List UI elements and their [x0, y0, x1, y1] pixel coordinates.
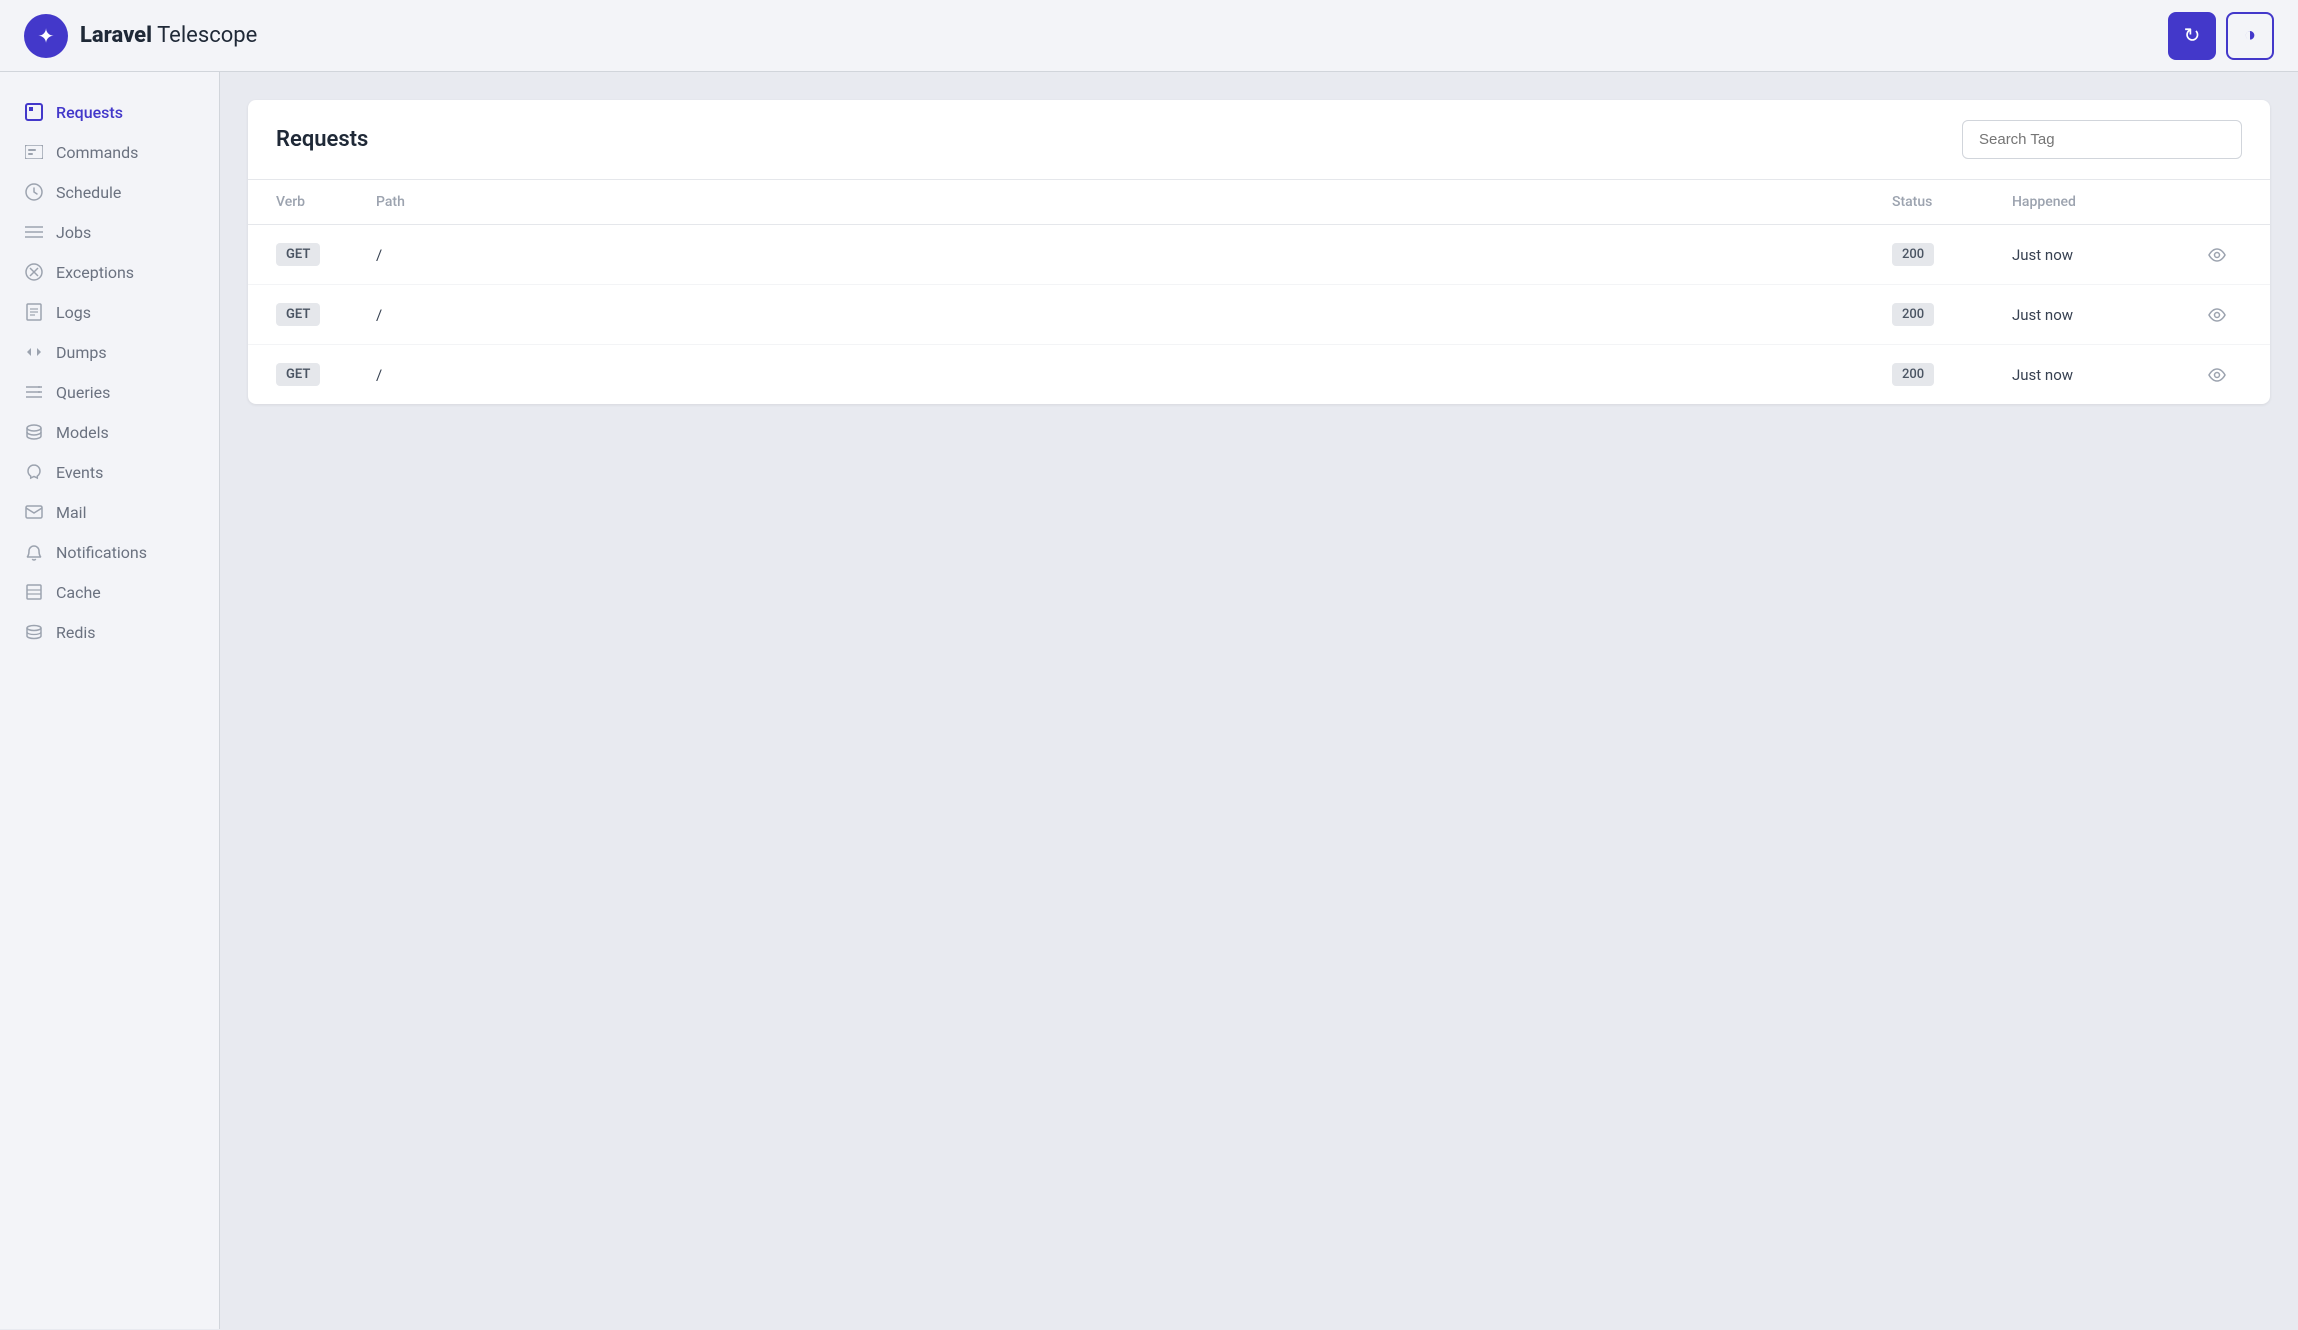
row-status: 200 — [1892, 303, 2012, 326]
view-icon[interactable] — [2192, 248, 2242, 262]
sidebar-item-dumps[interactable]: Dumps — [0, 332, 219, 372]
sidebar-item-redis[interactable]: Redis — [0, 612, 219, 652]
verb-badge: GET — [276, 303, 320, 326]
sidebar-label-commands: Commands — [56, 143, 138, 162]
row-verb: GET — [276, 303, 376, 326]
row-happened: Just now — [2012, 366, 2192, 384]
requests-card: Requests Verb Path Status Happened GET /… — [248, 100, 2270, 404]
requests-icon — [24, 102, 44, 122]
logs-icon — [24, 302, 44, 322]
view-icon[interactable] — [2192, 308, 2242, 322]
header-actions: ↻ ◑ — [2168, 12, 2274, 60]
sidebar-label-mail: Mail — [56, 503, 86, 522]
sidebar-item-mail[interactable]: Mail — [0, 492, 219, 532]
theme-toggle-button[interactable]: ◑ — [2226, 12, 2274, 60]
row-status: 200 — [1892, 363, 2012, 386]
status-badge: 200 — [1892, 243, 1934, 266]
sidebar: Requests Commands Schedule — [0, 72, 220, 1329]
row-happened: Just now — [2012, 306, 2192, 324]
main-content: Requests Verb Path Status Happened GET /… — [220, 72, 2298, 1329]
logo: ✦ Laravel Telescope — [24, 14, 257, 58]
sidebar-item-models[interactable]: Models — [0, 412, 219, 452]
row-verb: GET — [276, 363, 376, 386]
main-layout: Requests Commands Schedule — [0, 72, 2298, 1329]
sidebar-item-requests[interactable]: Requests — [0, 92, 219, 132]
row-path: / — [376, 366, 1892, 384]
refresh-button[interactable]: ↻ — [2168, 12, 2216, 60]
col-verb: Verb — [276, 194, 376, 210]
col-actions — [2192, 194, 2242, 210]
sidebar-label-dumps: Dumps — [56, 343, 107, 362]
sidebar-item-jobs[interactable]: Jobs — [0, 212, 219, 252]
events-icon — [24, 462, 44, 482]
row-path: / — [376, 246, 1892, 264]
exceptions-icon — [24, 262, 44, 282]
dumps-icon — [24, 342, 44, 362]
redis-icon — [24, 622, 44, 642]
sidebar-item-events[interactable]: Events — [0, 452, 219, 492]
app-header: ✦ Laravel Telescope ↻ ◑ — [0, 0, 2298, 72]
table-row[interactable]: GET / 200 Just now — [248, 285, 2270, 345]
mail-icon — [24, 502, 44, 522]
verb-badge: GET — [276, 243, 320, 266]
sidebar-label-models: Models — [56, 423, 109, 442]
sidebar-label-cache: Cache — [56, 583, 101, 602]
view-icon[interactable] — [2192, 368, 2242, 382]
sidebar-label-logs: Logs — [56, 303, 91, 322]
sidebar-item-queries[interactable]: Queries — [0, 372, 219, 412]
row-happened: Just now — [2012, 246, 2192, 264]
card-header: Requests — [248, 100, 2270, 180]
status-badge: 200 — [1892, 303, 1934, 326]
sidebar-label-notifications: Notifications — [56, 543, 147, 562]
col-path: Path — [376, 194, 1892, 210]
col-status: Status — [1892, 194, 2012, 210]
sidebar-label-events: Events — [56, 463, 103, 482]
schedule-icon — [24, 182, 44, 202]
models-icon — [24, 422, 44, 442]
commands-icon — [24, 142, 44, 162]
sidebar-item-notifications[interactable]: Notifications — [0, 532, 219, 572]
sidebar-label-redis: Redis — [56, 623, 96, 642]
row-path: / — [376, 306, 1892, 324]
sidebar-item-exceptions[interactable]: Exceptions — [0, 252, 219, 292]
sidebar-label-requests: Requests — [56, 103, 123, 122]
jobs-icon — [24, 222, 44, 242]
sidebar-item-schedule[interactable]: Schedule — [0, 172, 219, 212]
sidebar-item-logs[interactable]: Logs — [0, 292, 219, 332]
logo-icon: ✦ — [24, 14, 68, 58]
queries-icon — [24, 382, 44, 402]
table-header: Verb Path Status Happened — [248, 180, 2270, 225]
sidebar-label-schedule: Schedule — [56, 183, 121, 202]
col-happened: Happened — [2012, 194, 2192, 210]
table-row[interactable]: GET / 200 Just now — [248, 225, 2270, 285]
row-status: 200 — [1892, 243, 2012, 266]
status-badge: 200 — [1892, 363, 1934, 386]
sidebar-item-commands[interactable]: Commands — [0, 132, 219, 172]
verb-badge: GET — [276, 363, 320, 386]
search-tag-input[interactable] — [1962, 120, 2242, 159]
logo-text: Laravel Telescope — [80, 23, 257, 48]
notifications-icon — [24, 542, 44, 562]
row-verb: GET — [276, 243, 376, 266]
sidebar-label-exceptions: Exceptions — [56, 263, 134, 282]
sidebar-item-cache[interactable]: Cache — [0, 572, 219, 612]
cache-icon — [24, 582, 44, 602]
page-title: Requests — [276, 127, 368, 152]
sidebar-label-jobs: Jobs — [56, 223, 91, 242]
table-row[interactable]: GET / 200 Just now — [248, 345, 2270, 404]
sidebar-label-queries: Queries — [56, 383, 110, 402]
